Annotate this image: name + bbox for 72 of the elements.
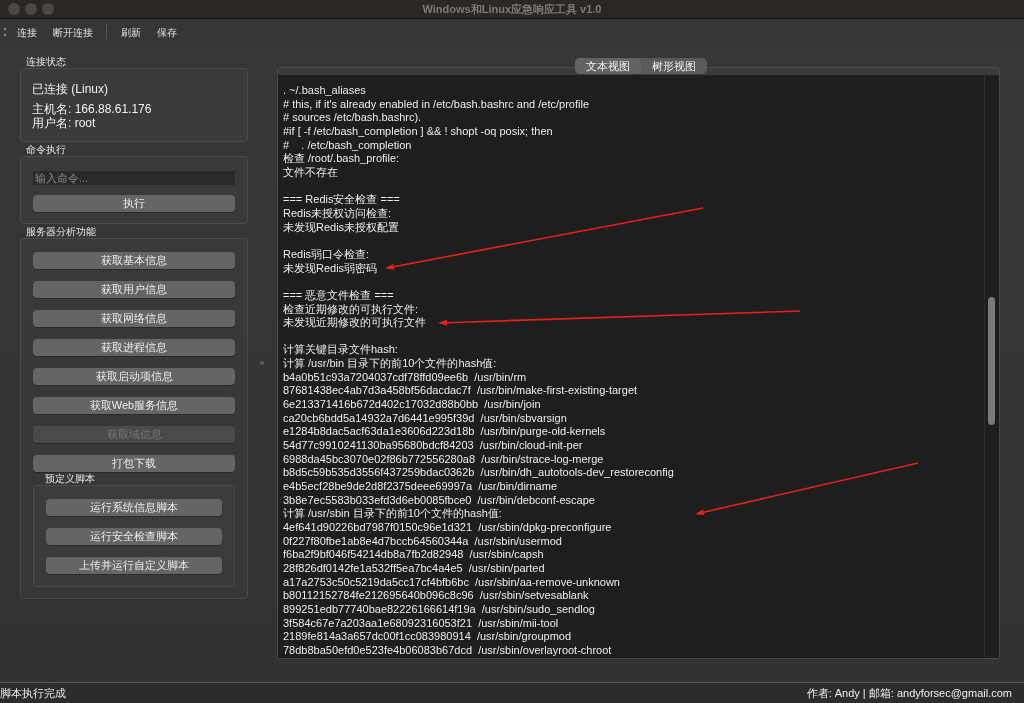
output-line: 3b8e7ec5583b033efd3d6eb0085fbce0 /usr/bin/debconf-escape	[283, 493, 595, 508]
output-line: # . /etc/bash_completion	[283, 138, 412, 153]
output-line: 3f584c67e7a203aa1e68092316053f21 /usr/sbin/mii-tool	[283, 616, 559, 631]
section-label: 命令执行	[25, 144, 66, 156]
output-line: Redis未授权访问检查:	[283, 206, 392, 221]
action-button[interactable]: 获取Web服务信息	[33, 397, 235, 414]
maximize-icon[interactable]	[42, 3, 54, 15]
execute-button[interactable]: 执行	[33, 195, 235, 212]
output-line: # this, if it's already enabled in /etc/bash.bashrc and /etc/profile	[283, 97, 589, 112]
output-line: . ~/.bash_aliases	[283, 84, 366, 98]
toolbar-button[interactable]: 连接	[10, 23, 44, 41]
output-line: b8d5c59b535d3556f437259bdac0362b /usr/bin/dh_autotools-dev_restoreconfig	[283, 466, 674, 481]
output-line: b4a0b51c93a7204037cdf78ffd09ee6b /usr/bin/rm	[283, 370, 527, 385]
output-line: e1284b8dac5acf63da1e3606d223d18b /usr/bin/purge-old-kernels	[283, 425, 606, 440]
action-button[interactable]: 获取基本信息	[33, 252, 235, 269]
output-line: e4b5ecf28be9de2d8f2375deee69997a /usr/bin/dirname	[283, 480, 557, 494]
close-icon[interactable]	[8, 3, 20, 15]
section-label: 预定义脚本	[44, 473, 95, 485]
output-line: 计算 /usr/bin 目录下的前10个文件的hash值:	[283, 357, 497, 371]
output-line: 检查近期修改的可执行文件:	[283, 302, 419, 317]
output-line: #if [ -f /etc/bash_completion ] && ! shopt -oq posix; then	[283, 124, 553, 139]
output-line: 54d77c9910241130ba95680bdcf84203 /usr/bin/cloud-init-per	[283, 439, 583, 453]
command-input[interactable]: 输入命令...	[33, 171, 235, 185]
output-line: 899251edb77740bae82226166614f19a /usr/sbin/sudo_sendlog	[283, 602, 595, 617]
author-info: 作者: Andy | 邮箱: andyforsec@gmail.com	[806, 685, 1012, 701]
output-line: 未发现近期修改的可执行文件	[283, 316, 426, 330]
output-line: === 恶意文件检查 ===	[283, 288, 394, 303]
output-line: a17a2753c50c5219da5cc17cf4bfb6bc /usr/sbin/aa-remove-unknown	[283, 575, 620, 590]
output-line: 未发现Redis弱密码	[283, 261, 378, 276]
output-line: 计算关键目录文件hash:	[283, 343, 398, 358]
minimize-icon[interactable]	[25, 3, 37, 15]
window-title: Windows和Linux应急响应工具 v1.0	[422, 1, 602, 17]
output-line: 28f826df0142fe1a532ff5ea7bc4a4e5 /usr/sbin/parted	[283, 561, 545, 576]
output-line: 6988da45bc3070e02f86b772556280a8 /usr/bin/strace-log-merge	[283, 452, 604, 467]
view-tab[interactable]: 文本视图	[574, 58, 641, 74]
output-line: 6e213371416b672d402c17032d88b0bb /usr/bin/join	[283, 398, 541, 412]
output-line: # sources /etc/bash.bashrc).	[283, 111, 422, 125]
splitter-handle-icon[interactable]	[259, 360, 264, 365]
action-button[interactable]: 运行系统信息脚本	[46, 499, 222, 516]
output-line: Redis弱口令检查:	[283, 247, 370, 262]
output-line: 4ef641d90226bd7987f0150c96e1d321 /usr/sbin/dpkg-preconfigure	[283, 521, 612, 535]
status-message: 脚本执行完成	[0, 685, 66, 701]
action-button[interactable]: 打包下载	[33, 455, 235, 472]
section-label: 连接状态	[25, 56, 66, 68]
action-button[interactable]: 运行安全检查脚本	[46, 528, 222, 545]
output-line: === Redis安全检查 ===	[283, 193, 400, 207]
output-line: 78db8ba50efd0e523fe4b06083b67dcd /usr/sbin/overlayroot-chroot	[283, 643, 612, 658]
action-button[interactable]: 获取启动项信息	[33, 368, 235, 385]
output-line: 文件不存在	[283, 165, 338, 180]
section-label: 服务器分析功能	[25, 226, 96, 238]
view-tab[interactable]: 树形视图	[640, 58, 707, 74]
action-button[interactable]: 获取进程信息	[33, 339, 235, 356]
output-line: 87681438ec4ab7d3a458bf56dacdac7f /usr/bin/make-first-existing-target	[283, 384, 638, 399]
action-button[interactable]: 获取用户信息	[33, 281, 235, 298]
connection-status: 已连接 (Linux)	[32, 81, 109, 97]
scrollbar-thumb[interactable]	[988, 297, 995, 425]
output-line: 2189fe814a3a657dc00f1cc083980914 /usr/sbin/groupmod	[283, 630, 572, 644]
output-line: 0f227f80fbe1ab8e4d7bccb64560344a /usr/sbin/usermod	[283, 534, 562, 549]
output-line: f6ba2f9bf046f54214db8a7fb2d82948 /usr/sbin/capsh	[283, 548, 544, 562]
output-line: 检查 /root/.bash_profile:	[283, 152, 400, 166]
connection-detail: 主机名: 166.88.61.176	[32, 102, 153, 116]
toolbar-button[interactable]: 断开连接	[46, 23, 100, 41]
output-line: 未发现Redis未授权配置	[283, 220, 400, 235]
output-line: b80112152784fe212695640b096c8c96 /usr/sbin/setvesablank	[283, 589, 589, 603]
output-line: ca20cb6bdd5a14932a7d6441e995f39d /usr/bin/sbvarsign	[283, 411, 567, 426]
scrollbar-track[interactable]	[984, 75, 999, 658]
action-button[interactable]: 获取网络信息	[33, 310, 235, 327]
connection-detail: 用户名: root	[32, 116, 97, 130]
toolbar-button[interactable]: 保存	[150, 23, 184, 41]
action-button[interactable]: 上传并运行自定义脚本	[46, 557, 222, 574]
output-line: 计算 /usr/sbin 目录下的前10个文件的hash值:	[283, 507, 502, 521]
toolbar-button[interactable]: 刷新	[114, 23, 148, 41]
